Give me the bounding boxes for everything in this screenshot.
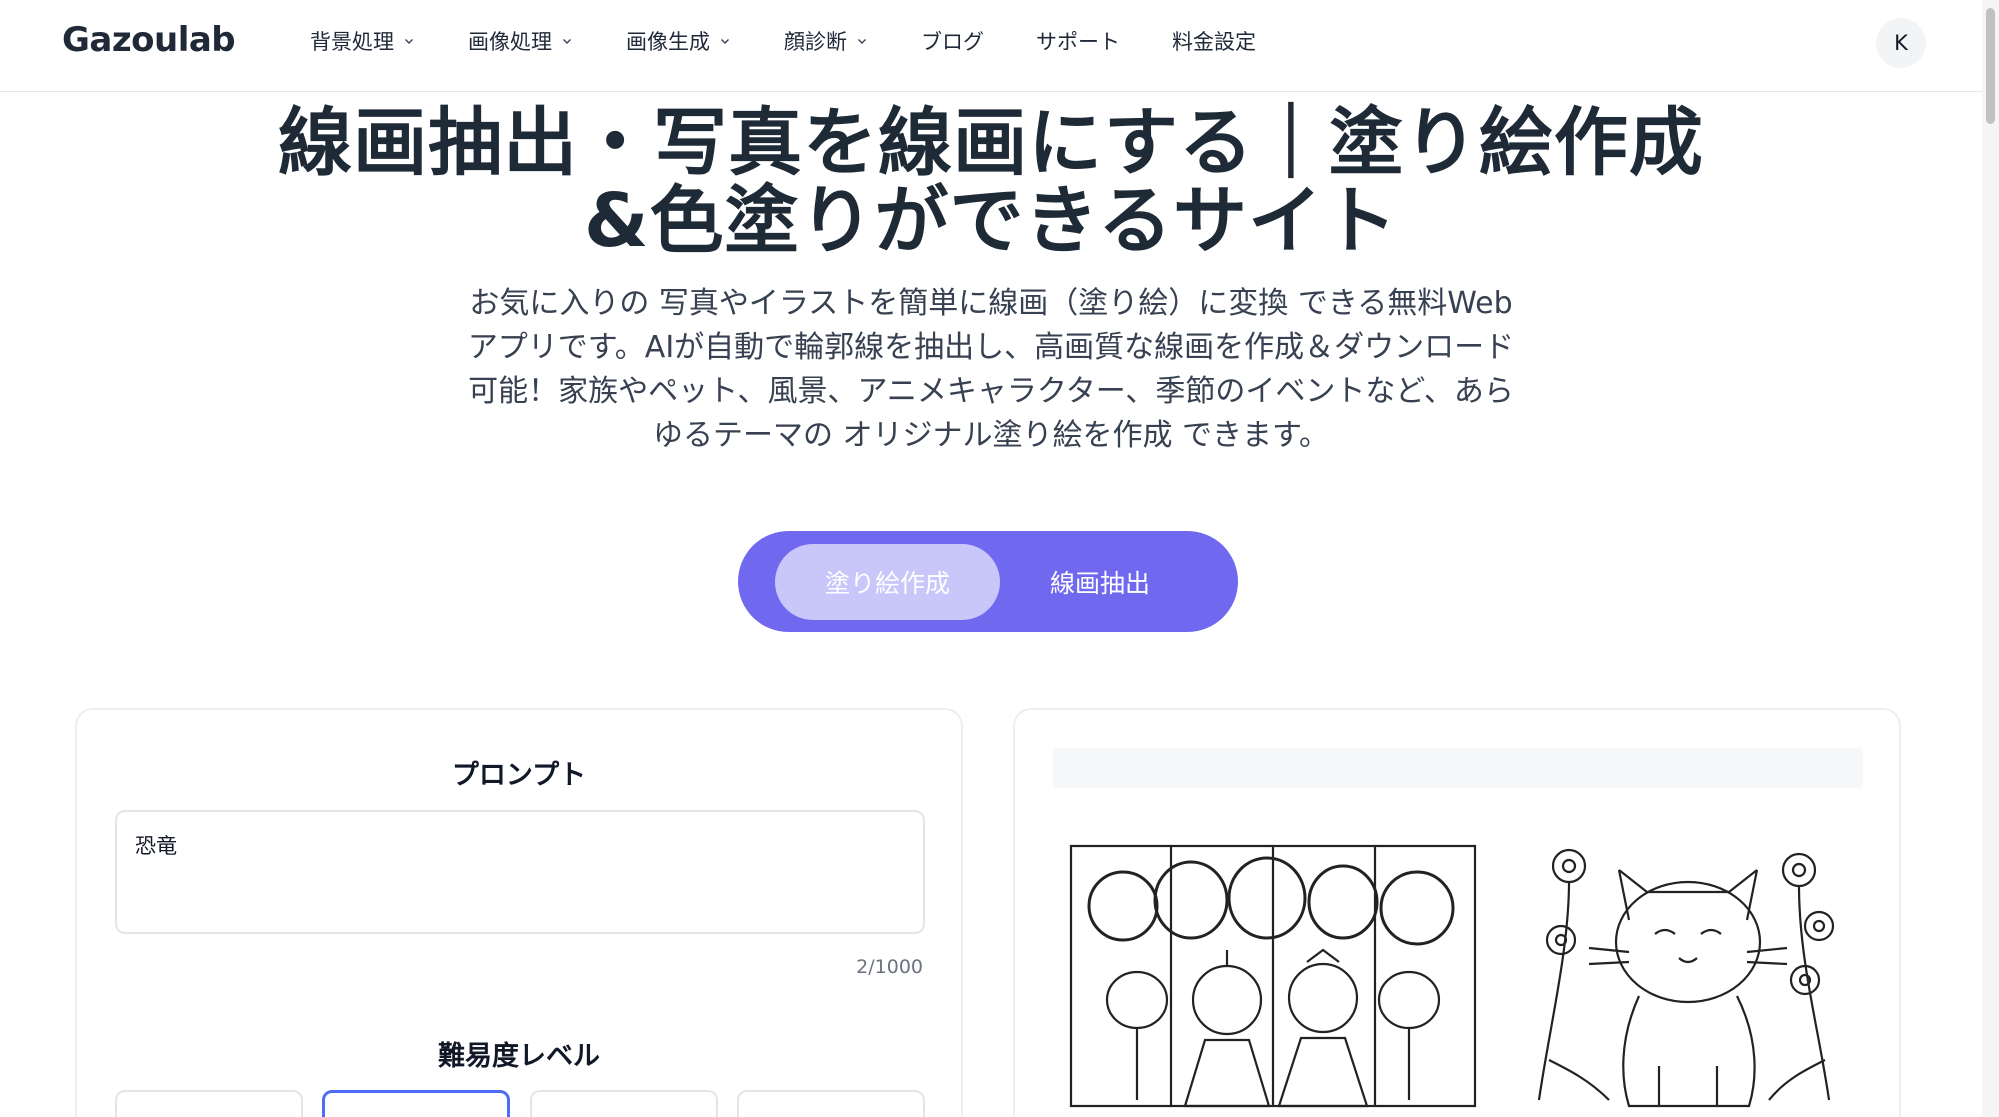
nav-label: 顔診断 [784, 30, 847, 54]
nav-label: 画像処理 [468, 30, 552, 54]
gallery-item-hinamatsuri[interactable] [1067, 830, 1479, 1117]
page-title-line-1: 線画抽出・写真を線画にする｜塗り絵作成 [278, 100, 1704, 186]
chevron-down-icon [405, 39, 413, 44]
chevron-down-icon [858, 39, 866, 44]
difficulty-option-2[interactable] [322, 1090, 511, 1117]
nav-item-image-generation[interactable]: 画像生成 [626, 26, 730, 56]
cat-line-art [1537, 848, 1835, 1108]
nav-label: 背景処理 [310, 30, 394, 54]
site-logo[interactable]: Gazoulab [62, 20, 236, 60]
difficulty-option-3[interactable] [529, 1090, 718, 1117]
page-description: お気に入りの 写真やイラストを簡単に線画（塗り絵）に変換 できる無料Webアプリ… [467, 286, 1515, 453]
prompt-panel: プロンプト 恐竜 2/1000 難易度レベル [75, 708, 963, 1117]
nav-label: 画像生成 [626, 30, 710, 54]
prompt-heading: プロンプト [451, 760, 587, 791]
nav-label: 料金設定 [1172, 30, 1256, 54]
gallery-header-bar [1053, 748, 1863, 788]
nav-item-pricing[interactable]: 料金設定 [1172, 26, 1256, 56]
page-title-line-2: &色塗りができるサイト [583, 178, 1399, 264]
difficulty-option-4[interactable] [736, 1090, 925, 1117]
prompt-input[interactable]: 恐竜 [115, 810, 925, 934]
nav-item-background[interactable]: 背景処理 [310, 26, 414, 56]
nav-item-blog[interactable]: ブログ [921, 26, 984, 56]
main-nav: 背景処理 画像処理 画像生成 顔診断 ブログ サポート 料金設定 [310, 26, 1256, 56]
chevron-down-icon [563, 39, 571, 44]
tab-coloring-page[interactable]: 塗り絵作成 [775, 544, 1000, 620]
nav-item-face-diagnosis[interactable]: 顔診断 [784, 26, 867, 56]
hinamatsuri-line-art [1069, 844, 1477, 1108]
sample-gallery [1067, 830, 1847, 1117]
nav-label: サポート [1036, 30, 1120, 54]
chevron-down-icon [721, 39, 729, 44]
char-counter: 2/1000 [856, 956, 923, 978]
nav-label: ブログ [921, 30, 984, 54]
page-title: 線画抽出・写真を線画にする｜塗り絵作成 &色塗りができるサイト [0, 104, 1982, 260]
nav-item-support[interactable]: サポート [1036, 26, 1120, 56]
gallery-panel [1013, 708, 1901, 1117]
tab-line-extraction[interactable]: 線画抽出 [1000, 544, 1200, 620]
scrollbar-thumb[interactable] [1986, 8, 1995, 124]
difficulty-heading: 難易度レベル [438, 1041, 600, 1072]
top-nav-bar: Gazoulab 背景処理 画像処理 画像生成 顔診断 ブログ サポート 料金設… [0, 0, 1982, 92]
difficulty-option-1[interactable] [115, 1090, 303, 1117]
gallery-item-cat[interactable] [1529, 830, 1847, 1117]
mode-toggle: 塗り絵作成 線画抽出 [738, 531, 1238, 632]
user-avatar[interactable]: K [1876, 18, 1926, 68]
difficulty-options [115, 1090, 925, 1117]
nav-item-image-processing[interactable]: 画像処理 [468, 26, 572, 56]
page-scrollbar[interactable] [1982, 0, 1999, 1117]
